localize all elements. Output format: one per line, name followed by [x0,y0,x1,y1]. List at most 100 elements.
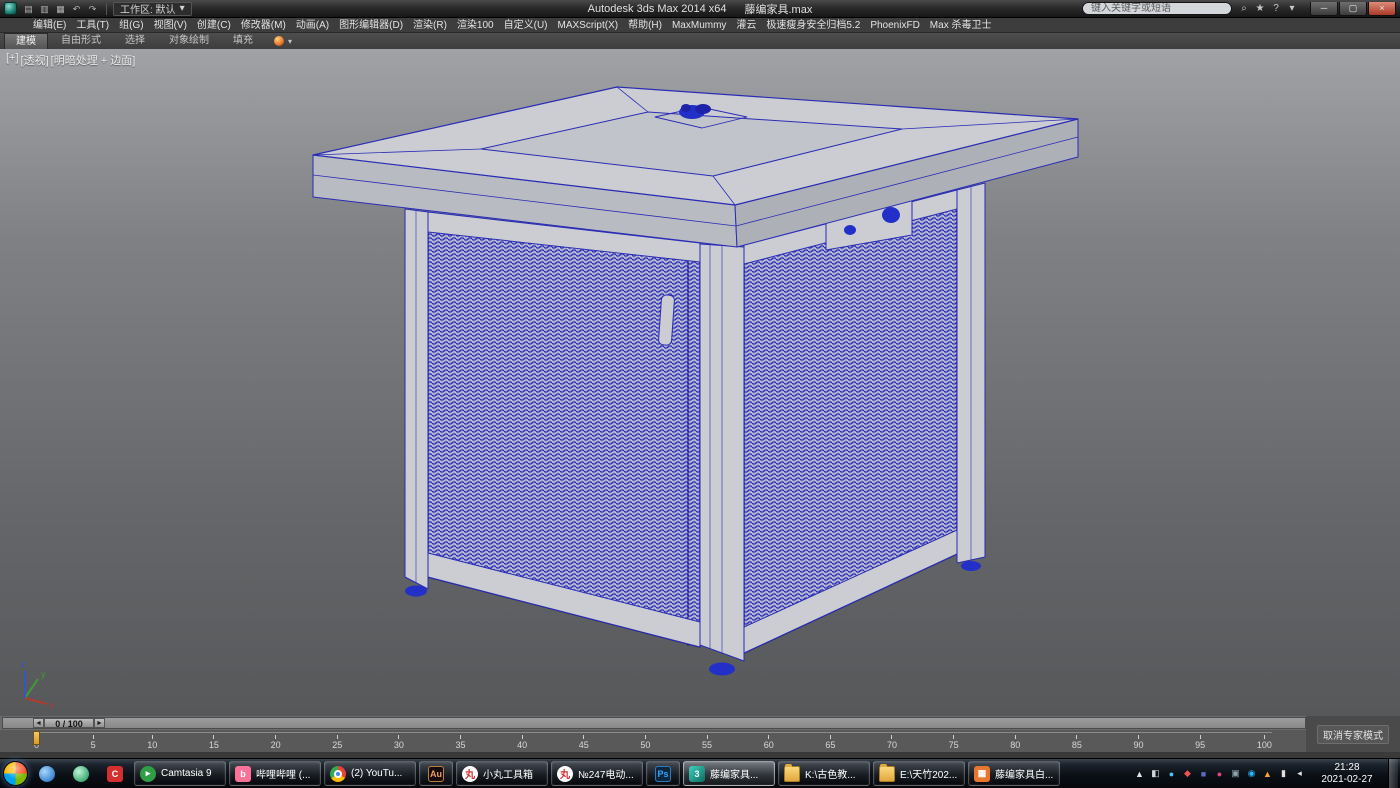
browser-icon [39,766,55,782]
workspace-selector[interactable]: 工作区: 默认 ▾ [113,2,192,16]
show-desktop-button[interactable] [1388,759,1398,788]
timeline-tick-10: 10 [147,735,157,750]
wicker-table-model[interactable] [313,87,1078,676]
favorites-star-icon[interactable]: ★ [1253,3,1267,14]
taskbar-button-camtasia[interactable]: ▸Camtasia 9 [134,761,226,786]
tray-icon-1[interactable]: ◧ [1149,768,1162,779]
menu-item-9[interactable]: 渲染100 [452,18,499,33]
new-file-icon[interactable]: ▤ [21,2,36,16]
tray-icon-4[interactable]: ■ [1197,769,1210,779]
3dsmax-doc-icon: 3 [689,766,705,782]
clock-time: 21:28 [1334,762,1359,773]
system-tray: ▲◧●◆■●▣◉▲▮◂ 21:28 2021-02-27 [1133,759,1400,788]
tray-overflow-icon[interactable]: ▲ [1133,769,1146,779]
search-input[interactable] [1082,2,1232,15]
volume-icon[interactable]: ◂ [1293,768,1306,779]
perspective-viewport[interactable]: [+] [透视] [明暗处理 + 边面] [0,49,1400,716]
menu-item-17[interactable]: Max 杀毒卫士 [925,18,997,33]
time-slider-handle[interactable]: ◄ 0 / 100 ► [33,718,105,728]
control-knob-small [844,225,856,235]
taskbar-browser-button[interactable] [31,761,63,787]
tray-icon-3[interactable]: ◆ [1181,768,1194,779]
taskbar-button-folder-tianzhu[interactable]: E:\天竹202... [873,761,965,786]
viewport-menu-view[interactable]: [透视] [21,52,49,68]
menu-item-10[interactable]: 自定义(U) [499,18,553,33]
previous-frame-icon[interactable]: ◄ [33,718,44,728]
timeline-tick-25: 25 [332,735,342,750]
minimize-button[interactable]: ─ [1310,2,1338,16]
dropdown-caret-icon[interactable]: ▾ [1285,3,1299,14]
close-button[interactable]: × [1368,2,1396,16]
open-file-icon[interactable]: ▥ [37,2,52,16]
taskbar-button-audition[interactable]: Au [419,761,453,786]
menu-item-3[interactable]: 视图(V) [149,18,192,33]
menu-item-1[interactable]: 工具(T) [71,18,114,33]
taskbar-button-photo-viewer[interactable]: ▦藤编家具白... [968,761,1060,786]
ribbon-tab-0[interactable]: 建模 [4,33,48,49]
tray-icon-7[interactable]: ◉ [1245,768,1258,779]
search-icon[interactable]: ⌕ [1237,3,1251,14]
maximize-button[interactable]: ▢ [1339,2,1367,16]
taskbar-button-bilibili[interactable]: b哔哩哔哩 (... [229,761,321,786]
taskbar-button-no247-tool[interactable]: 丸№247电动... [551,761,643,786]
viewport-menu-shading[interactable]: [明暗处理 + 边面] [51,52,136,68]
menu-item-2[interactable]: 组(G) [114,18,148,33]
menu-item-12[interactable]: 帮助(H) [623,18,667,33]
menu-item-6[interactable]: 动画(A) [291,18,334,33]
menu-item-15[interactable]: 极速瘦身安全归档5.2 [761,18,865,33]
ribbon-flyout-caret-icon[interactable]: ▾ [288,37,292,46]
current-frame-display[interactable]: 0 / 100 [44,718,94,728]
timeline-tick-75: 75 [949,735,959,750]
viewport-3d-scene[interactable]: x y z [0,49,1400,716]
start-button[interactable] [3,761,28,786]
taskbar-button-label: 藤编家具... [710,766,758,781]
time-marker[interactable] [33,731,40,745]
ribbon-tab-4[interactable]: 填充 [222,33,264,49]
tick-label: 75 [949,740,959,750]
windows-taskbar: C ▸Camtasia 9b哔哩哔哩 (...(2) YouTu...Au丸小丸… [0,758,1400,788]
ribbon-tab-3[interactable]: 对象绘制 [158,33,220,49]
menu-item-11[interactable]: MAXScript(X) [553,18,624,33]
taskbar-button-youtube-chrome[interactable]: (2) YouTu... [324,761,416,786]
timeline-tick-20: 20 [271,735,281,750]
menu-item-0[interactable]: 编辑(E) [28,18,71,33]
taskbar-messenger-button[interactable] [65,761,97,787]
control-knob-large [882,207,900,223]
menu-item-13[interactable]: MaxMummy [667,18,731,33]
taskbar-button-xiaowan-toolbox[interactable]: 丸小丸工具箱 [456,761,548,786]
menu-item-5[interactable]: 修改器(M) [236,18,291,33]
3dsmax-app-icon[interactable] [4,2,17,15]
ribbon-tool-icon[interactable] [274,36,284,46]
menu-item-14[interactable]: 灌云 [731,18,761,33]
menu-item-16[interactable]: PhoenixFD [865,18,924,33]
ribbon-tab-1[interactable]: 自由形式 [50,33,112,49]
cancel-expert-mode-button[interactable]: 取消专家模式 [1317,725,1389,744]
redo-icon[interactable]: ↷ [85,2,100,16]
viewport-menu-plus[interactable]: [+] [6,52,19,68]
timeline-area: ◄ 0 / 100 ► 0510152025303540455055606570… [0,716,1400,758]
next-frame-icon[interactable]: ► [94,718,105,728]
network-icon[interactable]: ▮ [1277,768,1290,779]
time-slider-track[interactable]: ◄ 0 / 100 ► [2,717,1306,729]
menu-item-7[interactable]: 图形编辑器(D) [334,18,408,33]
taskbar-button-3dsmax-doc[interactable]: 3 藤编家具... [683,761,775,786]
save-icon[interactable]: ▦ [53,2,68,16]
track-bar[interactable]: 0510152025303540455055606570758085909510… [0,730,1400,752]
tray-icon-2[interactable]: ● [1165,769,1178,779]
taskbar-button-photoshop[interactable]: Ps [646,761,680,786]
bilibili-icon: b [235,766,251,782]
help-icon[interactable]: ? [1269,3,1283,14]
tick-label: 25 [332,740,342,750]
taskbar-button-folder-guse[interactable]: K:\古色教... [778,761,870,786]
tray-icon-8[interactable]: ▲ [1261,769,1274,779]
ribbon-tab-2[interactable]: 选择 [114,33,156,49]
tray-icon-6[interactable]: ▣ [1229,768,1242,779]
menu-item-4[interactable]: 创建(C) [192,18,236,33]
tray-icon-5[interactable]: ● [1213,769,1226,779]
undo-icon[interactable]: ↶ [69,2,84,16]
taskbar-recorder-button[interactable]: C [99,761,131,787]
menu-item-8[interactable]: 渲染(R) [408,18,452,33]
taskbar-button-label: №247电动... [578,766,634,781]
timeline-tick-95: 95 [1195,735,1205,750]
taskbar-clock[interactable]: 21:28 2021-02-27 [1314,762,1380,786]
